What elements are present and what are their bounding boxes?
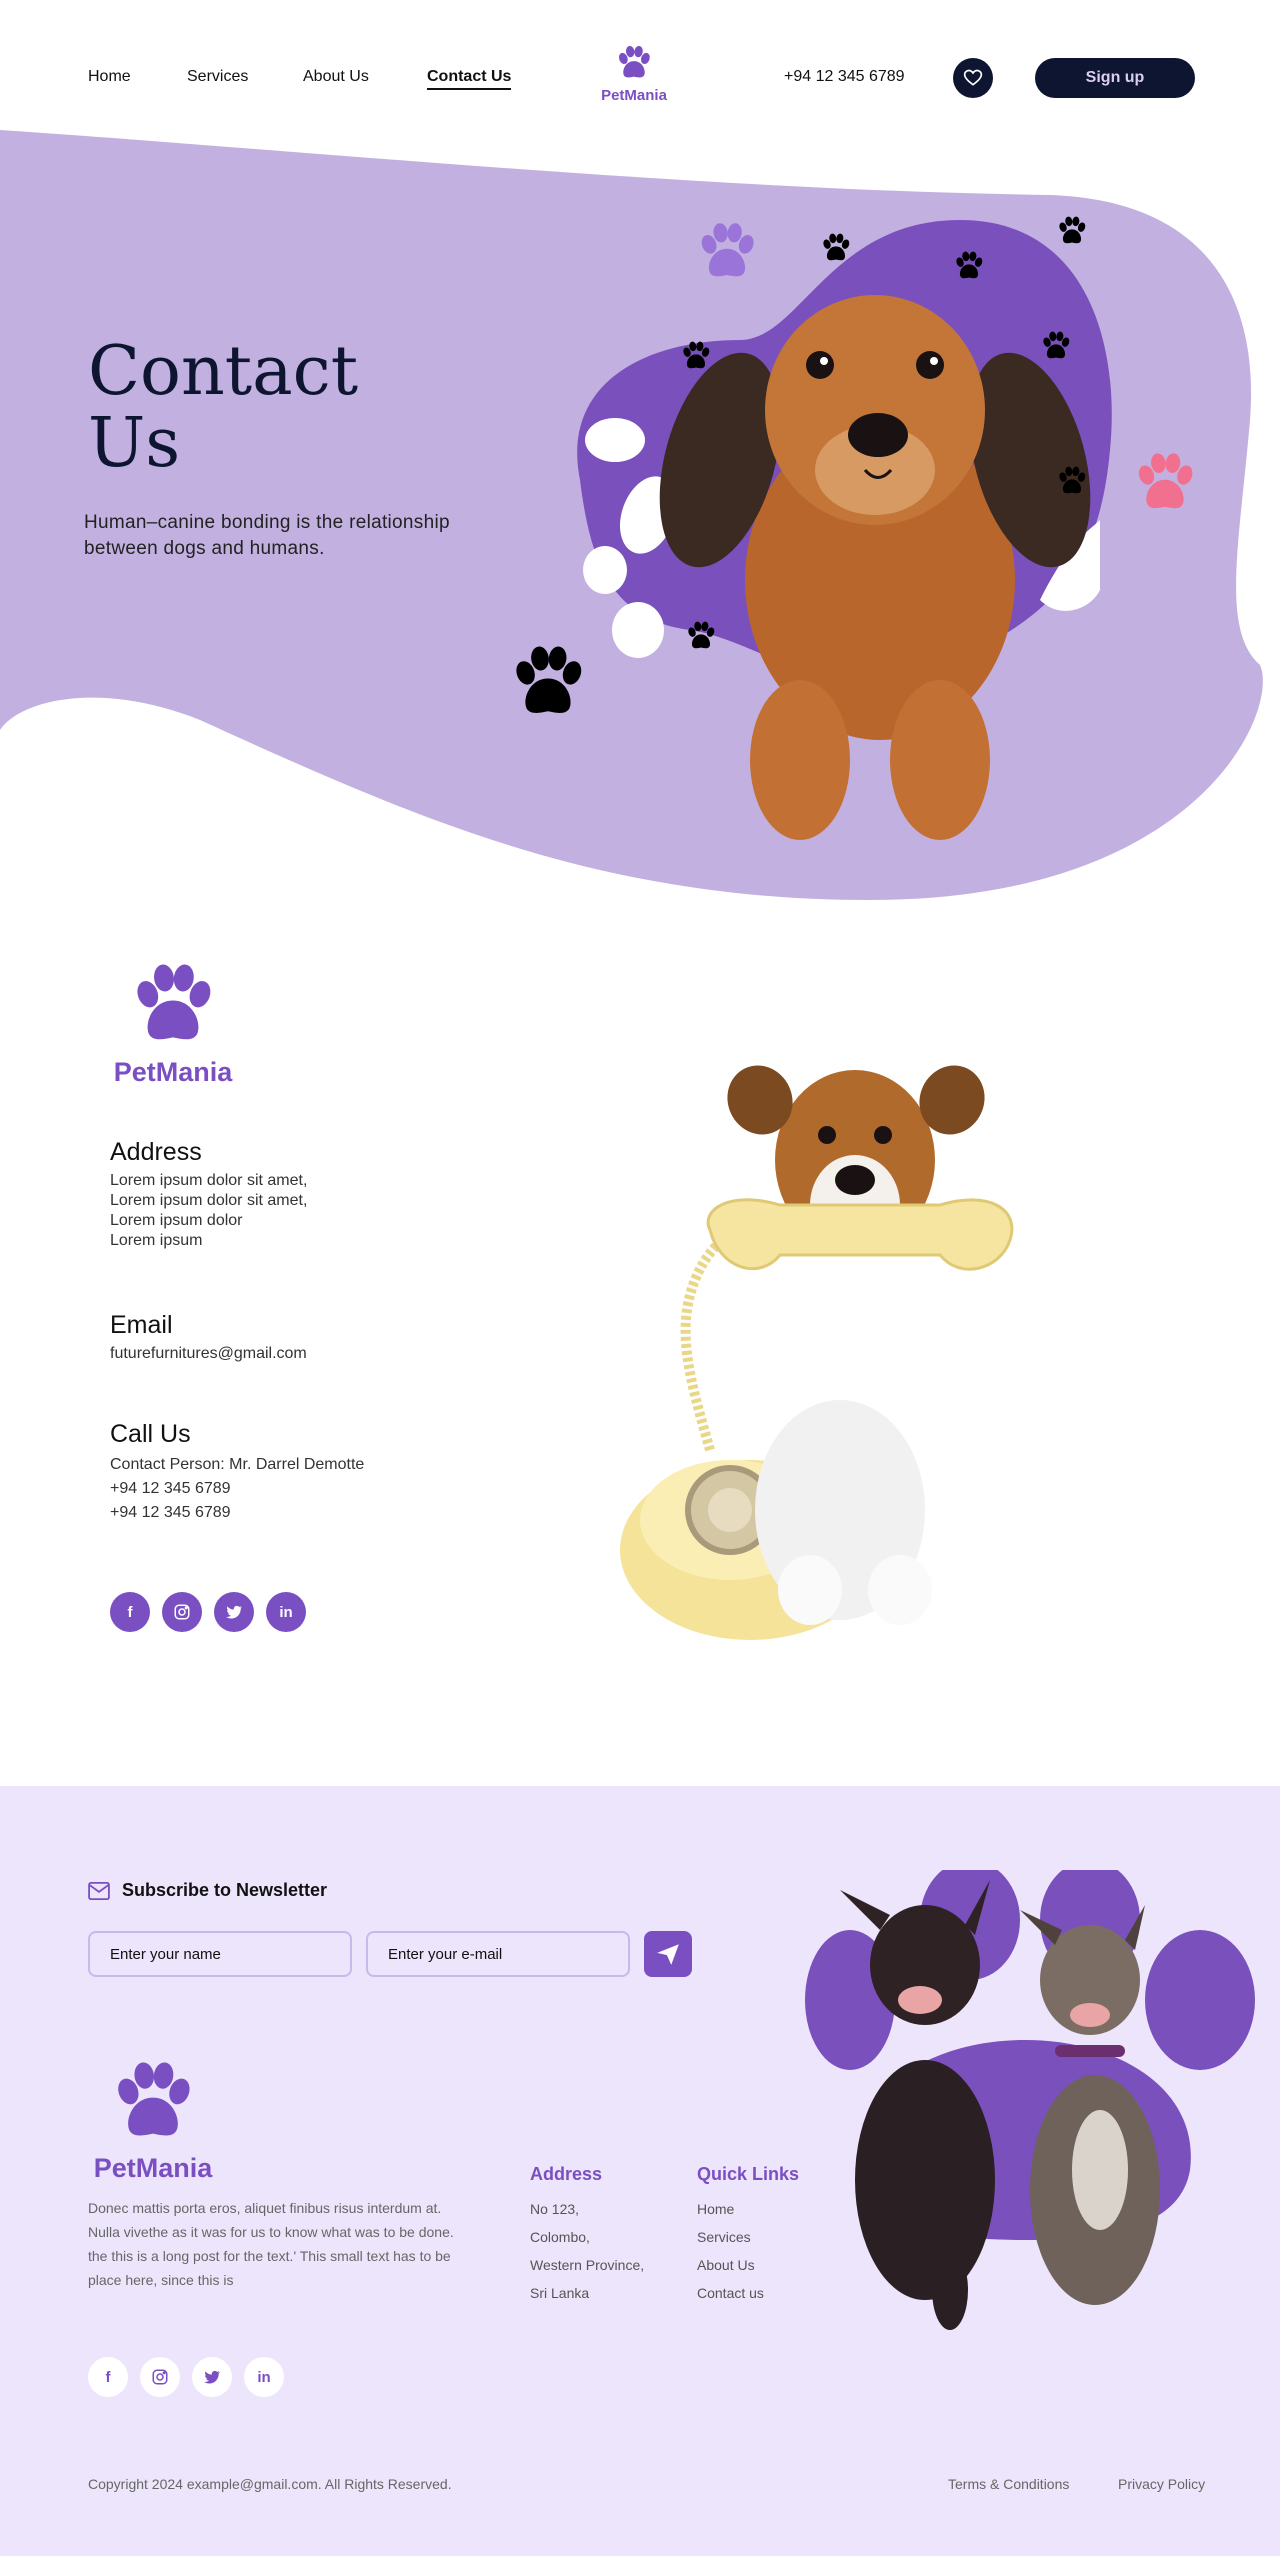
hero-dot-3 — [583, 546, 627, 594]
address-line: Lorem ipsum — [110, 1232, 203, 1249]
address-line: Lorem ipsum dolor sit amet, — [110, 1192, 308, 1209]
footer-address-line: Colombo, — [530, 2229, 590, 2245]
facebook-icon[interactable]: f — [110, 1592, 150, 1632]
contact-social-links: f in — [110, 1592, 306, 1632]
footer-address-line: Western Province, — [530, 2257, 645, 2273]
two-dogs-illustration — [805, 1870, 1255, 2330]
footer-address-title: Address — [530, 2164, 603, 2184]
nav-contact-us[interactable]: Contact Us — [427, 68, 512, 90]
email-heading: Email — [110, 1311, 173, 1339]
footer-address: Address No 123, Colombo, Western Provinc… — [530, 2164, 644, 2307]
email-block: Email futurefurnitures@gmail.com — [110, 1311, 307, 1364]
newsletter-title-text: Subscribe to Newsletter — [122, 1880, 328, 1900]
footer-link-home[interactable]: Home — [697, 2195, 799, 2223]
mail-icon — [88, 1881, 110, 1900]
footer-logo: PetMania — [88, 2058, 218, 2184]
newsletter-submit-button[interactable] — [644, 1931, 692, 1977]
send-icon — [657, 1944, 679, 1965]
instagram-icon[interactable] — [162, 1592, 202, 1632]
footer-address-line: No 123, — [530, 2201, 580, 2217]
header-phone: +94 12 345 6789 — [784, 68, 905, 85]
twitter-icon[interactable] — [214, 1592, 254, 1632]
email-address[interactable]: futurefurnitures@gmail.com — [110, 1344, 307, 1364]
facebook-icon[interactable]: f — [88, 2357, 128, 2397]
favorites-button[interactable] — [953, 58, 993, 98]
linkedin-icon[interactable]: in — [244, 2357, 284, 2397]
page-title-line-2: Us — [88, 404, 181, 483]
phone-number[interactable]: +94 12 345 6789 — [110, 1477, 364, 1501]
page-title-line-1: Contact — [88, 332, 359, 411]
contact-person: Contact Person: Mr. Darrel Demotte — [110, 1456, 365, 1473]
header-brand-name: PetMania — [601, 87, 667, 104]
newsletter-title: Subscribe to Newsletter — [88, 1880, 327, 1901]
call-heading: Call Us — [110, 1420, 191, 1448]
paw-logo-icon — [103, 2058, 203, 2146]
newsletter-email-input[interactable] — [366, 1931, 630, 1977]
privacy-link[interactable]: Privacy Policy — [1118, 2476, 1205, 2492]
nav-services[interactable]: Services — [187, 68, 248, 86]
call-block: Call Us Contact Person: Mr. Darrel Demot… — [110, 1420, 364, 1525]
contact-brand-name: PetMania — [113, 1057, 233, 1087]
hero-subtitle: Human–canine bonding is the relationship… — [84, 512, 450, 559]
newsletter-name-input[interactable] — [88, 1931, 352, 1977]
page-title: Contact Us — [88, 336, 408, 480]
footer-about-text: Donec mattis porta eros, aliquet finibus… — [88, 2200, 454, 2288]
header-logo[interactable]: PetMania — [594, 44, 674, 104]
footer-social-links: f in — [88, 2357, 284, 2397]
copyright-text: Copyright 2024 example@gmail.com. All Ri… — [88, 2476, 452, 2492]
heart-icon — [963, 69, 983, 86]
address-line: Lorem ipsum dolor — [110, 1212, 243, 1229]
hero-dot-4 — [612, 602, 664, 658]
footer-address-line: Sri Lanka — [530, 2285, 590, 2301]
footer-link-contact[interactable]: Contact us — [697, 2279, 799, 2307]
paw-logo-icon — [123, 960, 223, 1050]
footer-links-title: Quick Links — [697, 2164, 800, 2184]
site-header: Home Services About Us Contact Us PetMan… — [0, 0, 1280, 130]
signup-button[interactable]: Sign up — [1035, 58, 1195, 98]
linkedin-icon[interactable]: in — [266, 1592, 306, 1632]
footer-quick-links: Quick Links Home Services About Us Conta… — [697, 2164, 799, 2307]
footer-brand-name: PetMania — [93, 2153, 213, 2183]
hero-dot-1 — [585, 418, 645, 462]
footer-link-services[interactable]: Services — [697, 2223, 799, 2251]
hero-illustration — [500, 200, 1280, 840]
address-heading: Address — [110, 1138, 202, 1166]
phone-number[interactable]: +94 12 345 6789 — [110, 1501, 364, 1525]
nav-about-us[interactable]: About Us — [303, 68, 369, 86]
address-line: Lorem ipsum dolor sit amet, — [110, 1172, 308, 1189]
contact-logo: PetMania — [106, 960, 240, 1088]
nav-home[interactable]: Home — [88, 68, 131, 86]
terms-link[interactable]: Terms & Conditions — [948, 2476, 1069, 2492]
instagram-icon[interactable] — [140, 2357, 180, 2397]
twitter-icon[interactable] — [192, 2357, 232, 2397]
paw-logo-icon — [615, 44, 653, 82]
address-block: Address Lorem ipsum dolor sit amet, Lore… — [110, 1138, 307, 1251]
footer-link-about[interactable]: About Us — [697, 2251, 799, 2279]
dog-with-phone-illustration — [620, 1065, 1014, 1640]
